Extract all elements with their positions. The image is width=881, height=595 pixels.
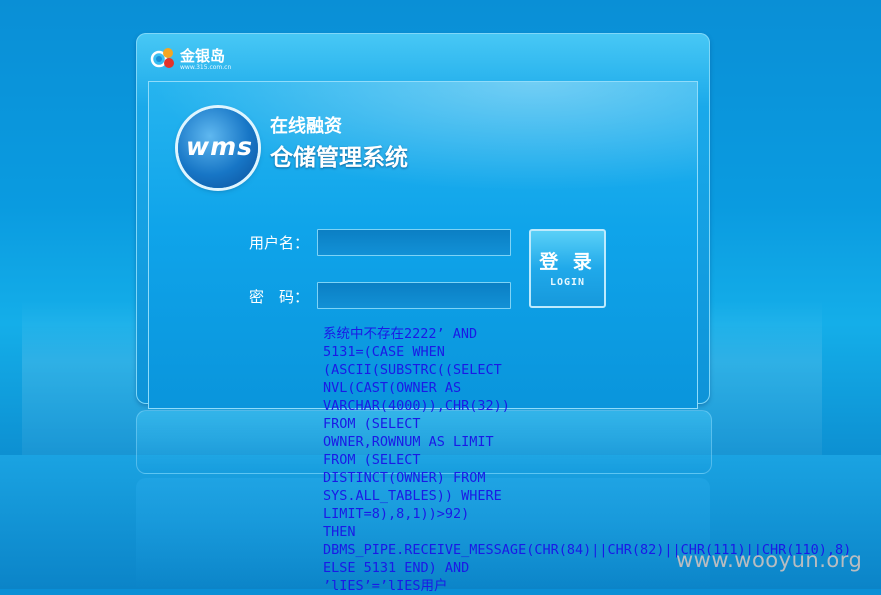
username-label: 用户名：: [249, 234, 310, 252]
error-line: ELSE 5131 END) AND: [323, 560, 470, 576]
username-input[interactable]: [317, 229, 511, 256]
error-line: SYS.ALL_TABLES)) WHERE: [323, 488, 502, 504]
error-line: ’lIES’=’lIES用户: [323, 578, 448, 594]
error-line: FROM (SELECT: [323, 452, 421, 468]
watermark: www.wooyun.org: [676, 548, 863, 572]
subtitle-online-finance: 在线融资: [270, 116, 342, 137]
error-line: 5131=(CASE WHEN: [323, 344, 445, 360]
error-line: NVL(CAST(OWNER AS: [323, 380, 462, 396]
brand-name: 金银岛: [180, 47, 226, 65]
error-line: VARCHAR(4000)),CHR(32)): [323, 398, 510, 414]
brand-url: www.315.com.cn: [180, 64, 232, 71]
error-line: OWNER,ROWNUM AS LIMIT: [323, 434, 494, 450]
page-title: 仓储管理系统: [270, 145, 408, 171]
wms-logo-text: wms: [186, 132, 254, 161]
password-label: 密 码：: [249, 288, 310, 306]
error-line: THEN: [323, 524, 356, 540]
login-button[interactable]: 登 录 LOGIN: [529, 229, 606, 308]
login-button-label: 登 录: [539, 251, 596, 273]
error-line: LIMIT=8),8,1))>92): [323, 506, 470, 522]
error-line: FROM (SELECT: [323, 416, 421, 432]
login-button-sublabel: LOGIN: [549, 277, 586, 288]
password-input[interactable]: [317, 282, 511, 309]
error-line: 系统中不存在2222’ AND: [323, 326, 478, 342]
error-line: DISTINCT(OWNER) FROM: [323, 470, 486, 486]
error-line: (ASCII(SUBSTRC((SELECT: [323, 362, 502, 378]
brand-logo: 金银岛 www.315.com.cn: [150, 41, 250, 75]
brand-mark-icon: [150, 48, 174, 68]
